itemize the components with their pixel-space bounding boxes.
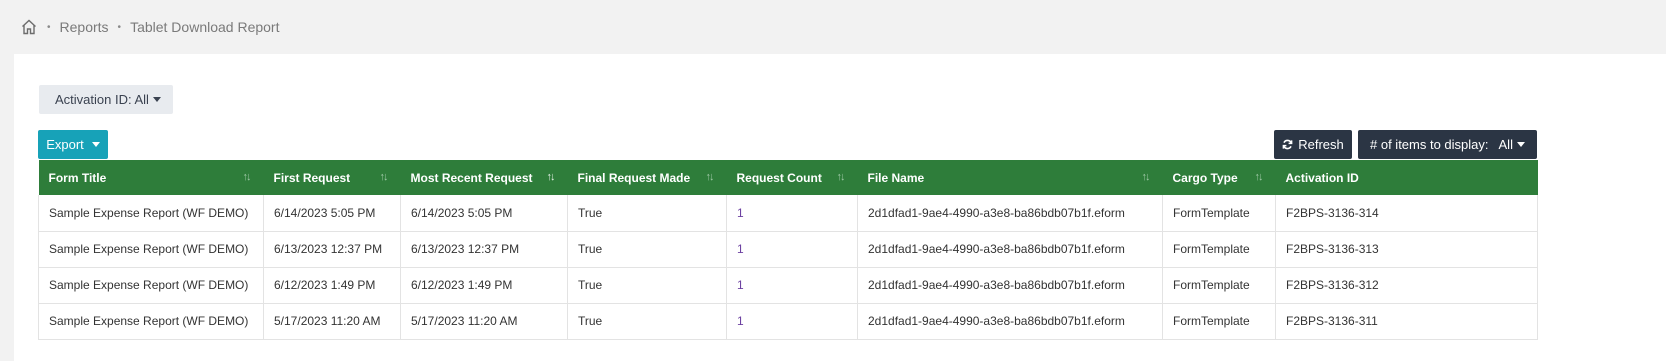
cell-form-title: Sample Expense Report (WF DEMO) <box>38 195 264 231</box>
column-header-label: Form Title <box>48 170 107 185</box>
cell-most-recent-request: 6/13/2023 12:37 PM <box>400 231 568 267</box>
breadcrumb: • Reports • Tablet Download Report <box>0 0 1666 54</box>
breadcrumb-separator: • <box>117 21 122 33</box>
caret-down-icon <box>91 142 100 147</box>
items-to-display-label: # of items to display: <box>1370 137 1489 152</box>
column-header-label: File Name <box>867 170 925 185</box>
cell-most-recent-request: 6/12/2023 1:49 PM <box>400 267 568 303</box>
items-to-display-button[interactable]: # of items to display: All <box>1358 130 1537 159</box>
cell-first-request: 6/13/2023 12:37 PM <box>263 231 401 267</box>
column-header-label: Request Count <box>736 170 822 185</box>
cell-form-title: Sample Expense Report (WF DEMO) <box>38 267 264 303</box>
cell-final-request-made: True <box>567 231 727 267</box>
column-header-label: Cargo Type <box>1172 170 1238 185</box>
cell-cargo-type: FormTemplate <box>1162 267 1276 303</box>
column-header-first-request[interactable]: First Request ↑↓ <box>264 160 401 195</box>
home-icon[interactable] <box>20 18 38 36</box>
cell-file-name: 2d1dfad1-9ae4-4990-a3e8-ba86bdb07b1f.efo… <box>857 231 1163 267</box>
report-panel: Activation ID: All Export Refresh # of i… <box>14 54 1666 361</box>
table-row[interactable]: Sample Expense Report (WF DEMO) 6/13/202… <box>38 231 1538 267</box>
cell-file-name: 2d1dfad1-9ae4-4990-a3e8-ba86bdb07b1f.efo… <box>857 267 1163 303</box>
activation-id-filter-label: Activation ID: All <box>55 92 149 107</box>
export-button[interactable]: Export <box>38 130 108 159</box>
refresh-label: Refresh <box>1298 137 1344 152</box>
cell-form-title: Sample Expense Report (WF DEMO) <box>38 231 264 267</box>
cell-activation-id: F2BPS-3136-312 <box>1275 267 1538 303</box>
items-to-display-value: All <box>1498 137 1513 152</box>
cell-request-count: 1 <box>726 231 858 267</box>
cell-final-request-made: True <box>567 195 727 231</box>
column-header-request-count[interactable]: Request Count ↑↓ <box>727 160 858 195</box>
cell-cargo-type: FormTemplate <box>1162 303 1276 339</box>
cell-cargo-type: FormTemplate <box>1162 231 1276 267</box>
cell-most-recent-request: 5/17/2023 11:20 AM <box>400 303 568 339</box>
sort-icon: ↑↓ <box>836 171 846 183</box>
cell-first-request: 6/12/2023 1:49 PM <box>263 267 401 303</box>
cell-first-request: 5/17/2023 11:20 AM <box>263 303 401 339</box>
cell-activation-id: F2BPS-3136-313 <box>1275 231 1538 267</box>
table-row[interactable]: Sample Expense Report (WF DEMO) 6/14/202… <box>38 195 1538 231</box>
column-header-form-title[interactable]: Form Title ↑↓ <box>39 160 264 195</box>
cell-activation-id: F2BPS-3136-314 <box>1275 195 1538 231</box>
cell-final-request-made: True <box>567 303 727 339</box>
refresh-button[interactable]: Refresh <box>1274 130 1352 159</box>
cell-request-count: 1 <box>726 267 858 303</box>
activation-id-filter-button[interactable]: Activation ID: All <box>39 85 173 114</box>
cell-request-count: 1 <box>726 195 858 231</box>
report-table: Form Title ↑↓ First Request ↑↓ Most Recent… <box>38 160 1538 340</box>
table-row[interactable]: Sample Expense Report (WF DEMO) 6/12/202… <box>38 267 1538 303</box>
column-header-label: Final Request Made <box>577 170 691 185</box>
caret-down-icon <box>1516 142 1525 147</box>
breadcrumb-item-reports[interactable]: Reports <box>60 19 109 35</box>
refresh-icon <box>1282 139 1293 150</box>
column-header-label: First Request <box>273 170 351 185</box>
column-header-label: Most Recent Request <box>410 170 533 185</box>
breadcrumb-item-current: Tablet Download Report <box>130 19 280 35</box>
cell-activation-id: F2BPS-3136-311 <box>1275 303 1538 339</box>
sort-icon: ↑↓ <box>705 171 715 183</box>
export-label: Export <box>46 137 84 152</box>
cell-form-title: Sample Expense Report (WF DEMO) <box>38 303 264 339</box>
sort-desc-icon: ↑↓ <box>546 171 556 183</box>
sort-icon: ↑↓ <box>242 171 252 183</box>
column-header-final-request-made[interactable]: Final Request Made ↑↓ <box>568 160 727 195</box>
table-row[interactable]: Sample Expense Report (WF DEMO) 5/17/202… <box>38 303 1538 339</box>
caret-down-icon <box>152 97 161 102</box>
cell-file-name: 2d1dfad1-9ae4-4990-a3e8-ba86bdb07b1f.efo… <box>857 195 1163 231</box>
cell-cargo-type: FormTemplate <box>1162 195 1276 231</box>
cell-final-request-made: True <box>567 267 727 303</box>
sort-icon: ↑↓ <box>379 171 389 183</box>
cell-first-request: 6/14/2023 5:05 PM <box>263 195 401 231</box>
breadcrumb-separator: • <box>47 21 51 33</box>
column-header-file-name[interactable]: File Name ↑↓ <box>858 160 1163 195</box>
column-header-most-recent-request[interactable]: Most Recent Request ↑↓ <box>401 160 568 195</box>
sort-icon: ↑↓ <box>1141 171 1151 183</box>
column-header-activation-id[interactable]: Activation ID <box>1276 160 1538 195</box>
table-header-row: Form Title ↑↓ First Request ↑↓ Most Recent… <box>38 160 1538 195</box>
column-header-label: Activation ID <box>1285 170 1359 185</box>
column-header-cargo-type[interactable]: Cargo Type ↑↓ <box>1163 160 1276 195</box>
sort-icon: ↑↓ <box>1254 171 1264 183</box>
cell-file-name: 2d1dfad1-9ae4-4990-a3e8-ba86bdb07b1f.efo… <box>857 303 1163 339</box>
cell-request-count: 1 <box>726 303 858 339</box>
cell-most-recent-request: 6/14/2023 5:05 PM <box>400 195 568 231</box>
